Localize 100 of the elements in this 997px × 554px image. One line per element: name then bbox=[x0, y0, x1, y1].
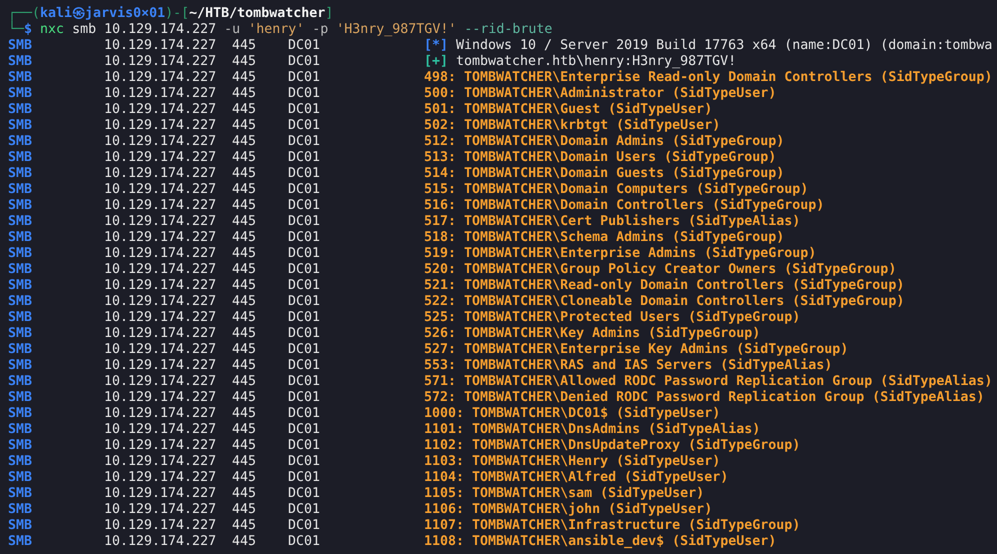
rid-result: 518: TOMBWATCHER\Schema Admins (SidTypeGroup) bbox=[424, 230, 784, 246]
host-address: 10.129.174.227 bbox=[104, 54, 218, 70]
host-name: DC01 bbox=[288, 294, 322, 310]
host-name: DC01 bbox=[288, 406, 322, 422]
port-number: 445 bbox=[232, 342, 258, 358]
rid-result: 525: TOMBWATCHER\Protected Users (SidTypeGroup) bbox=[424, 310, 800, 326]
host-address: 10.129.174.227 bbox=[104, 486, 218, 502]
host-address: 10.129.174.227 bbox=[104, 262, 218, 278]
protocol-label: SMB bbox=[8, 342, 34, 358]
protocol-label: SMB bbox=[8, 310, 34, 326]
protocol-label: SMB bbox=[8, 198, 34, 214]
rid-result: 500: TOMBWATCHER\Administrator (SidTypeUser) bbox=[424, 86, 776, 102]
protocol-label: SMB bbox=[8, 102, 34, 118]
host-address: 10.129.174.227 bbox=[104, 342, 218, 358]
port-number: 445 bbox=[232, 470, 258, 486]
port-number: 445 bbox=[232, 182, 258, 198]
rid-result: 1106: TOMBWATCHER\john (SidTypeUser) bbox=[424, 502, 712, 518]
host-address: 10.129.174.227 bbox=[104, 86, 218, 102]
protocol-label: SMB bbox=[8, 262, 34, 278]
rid-result: 1000: TOMBWATCHER\DC01$ (SidTypeUser) bbox=[424, 406, 720, 422]
port-number: 445 bbox=[232, 438, 258, 454]
port-number: 445 bbox=[232, 454, 258, 470]
protocol-label: SMB bbox=[8, 150, 34, 166]
protocol-label: SMB bbox=[8, 406, 34, 422]
host-address: 10.129.174.227 bbox=[104, 182, 218, 198]
port-number: 445 bbox=[232, 38, 258, 54]
rid-result: 1105: TOMBWATCHER\sam (SidTypeUser) bbox=[424, 486, 704, 502]
protocol-label: SMB bbox=[8, 470, 34, 486]
protocol-label: SMB bbox=[8, 534, 34, 550]
host-name: DC01 bbox=[288, 246, 322, 262]
prompt-symbol: $ bbox=[24, 22, 32, 38]
host-name: DC01 bbox=[288, 486, 322, 502]
protocol-label: SMB bbox=[8, 438, 34, 454]
prompt-frame: └─ bbox=[8, 22, 24, 38]
port-number: 445 bbox=[232, 198, 258, 214]
host-name: DC01 bbox=[288, 326, 322, 342]
prompt-frame: )-[ bbox=[165, 6, 190, 22]
protocol-label: SMB bbox=[8, 518, 34, 534]
protocol-label: SMB bbox=[8, 326, 34, 342]
host-address: 10.129.174.227 bbox=[104, 70, 218, 86]
host-name: DC01 bbox=[288, 182, 322, 198]
rid-result: 1103: TOMBWATCHER\Henry (SidTypeUser) bbox=[424, 454, 720, 470]
port-number: 445 bbox=[232, 502, 258, 518]
rid-result: 502: TOMBWATCHER\krbtgt (SidTypeUser) bbox=[424, 118, 720, 134]
port-number: 445 bbox=[232, 230, 258, 246]
protocol-label: SMB bbox=[8, 358, 34, 374]
port-number: 445 bbox=[232, 134, 258, 150]
port-number: 445 bbox=[232, 246, 258, 262]
port-number: 445 bbox=[232, 486, 258, 502]
host-name: DC01 bbox=[288, 102, 322, 118]
host-address: 10.129.174.227 bbox=[104, 38, 218, 54]
command-switch-text: -p bbox=[312, 22, 328, 38]
protocol-label: SMB bbox=[8, 54, 34, 70]
rid-result: 1102: TOMBWATCHER\DnsUpdateProxy (SidTypeGroup) bbox=[424, 438, 800, 454]
rid-result: 1101: TOMBWATCHER\DnsAdmins (SidTypeAlias) bbox=[424, 422, 760, 438]
command-arg: 10.129.174.227 bbox=[104, 22, 216, 38]
port-number: 445 bbox=[232, 310, 258, 326]
protocol-label: SMB bbox=[8, 86, 34, 102]
rid-result: 520: TOMBWATCHER\Group Policy Creator Owners (SidTypeGroup) bbox=[424, 262, 896, 278]
command-arg: smb bbox=[72, 22, 96, 38]
status-message: Windows 10 / Server 2019 Build 17763 x64 (name:DC01) (domain:tombwa bbox=[456, 38, 992, 54]
port-number: 445 bbox=[232, 534, 258, 550]
host-address: 10.129.174.227 bbox=[104, 454, 218, 470]
rid-result: 526: TOMBWATCHER\Key Admins (SidTypeGroup) bbox=[424, 326, 760, 342]
host-address: 10.129.174.227 bbox=[104, 374, 218, 390]
port-number: 445 bbox=[232, 150, 258, 166]
protocol-label: SMB bbox=[8, 422, 34, 438]
prompt-frame: ] bbox=[325, 6, 334, 22]
host-name: DC01 bbox=[288, 262, 322, 278]
host-address: 10.129.174.227 bbox=[104, 246, 218, 262]
command-string: 'H3nry_987TGV!' bbox=[336, 22, 456, 38]
prompt-user: kali㉿jarvis0×01 bbox=[40, 6, 166, 22]
rid-result: 519: TOMBWATCHER\Enterprise Admins (SidTypeGroup) bbox=[424, 246, 816, 262]
host-address: 10.129.174.227 bbox=[104, 470, 218, 486]
host-address: 10.129.174.227 bbox=[104, 118, 218, 134]
command-string: 'henry' bbox=[248, 22, 304, 38]
host-name: DC01 bbox=[288, 70, 322, 86]
host-name: DC01 bbox=[288, 54, 322, 70]
host-address: 10.129.174.227 bbox=[104, 310, 218, 326]
host-address: 10.129.174.227 bbox=[104, 390, 218, 406]
host-name: DC01 bbox=[288, 310, 322, 326]
protocol-label: SMB bbox=[8, 118, 34, 134]
rid-result: 515: TOMBWATCHER\Domain Computers (SidTypeGroup) bbox=[424, 182, 808, 198]
protocol-label: SMB bbox=[8, 390, 34, 406]
host-name: DC01 bbox=[288, 198, 322, 214]
host-address: 10.129.174.227 bbox=[104, 518, 218, 534]
host-name: DC01 bbox=[288, 390, 322, 406]
host-address: 10.129.174.227 bbox=[104, 502, 218, 518]
rid-result: 1108: TOMBWATCHER\ansible_dev$ (SidTypeUser) bbox=[424, 534, 776, 550]
host-name: DC01 bbox=[288, 342, 322, 358]
port-number: 445 bbox=[232, 102, 258, 118]
host-address: 10.129.174.227 bbox=[104, 230, 218, 246]
host-address: 10.129.174.227 bbox=[104, 278, 218, 294]
port-number: 445 bbox=[232, 278, 258, 294]
port-number: 445 bbox=[232, 326, 258, 342]
rid-result: 512: TOMBWATCHER\Domain Admins (SidTypeGroup) bbox=[424, 134, 784, 150]
protocol-label: SMB bbox=[8, 230, 34, 246]
rid-result: 517: TOMBWATCHER\Cert Publishers (SidTypeAlias) bbox=[424, 214, 800, 230]
host-name: DC01 bbox=[288, 422, 322, 438]
port-number: 445 bbox=[232, 358, 258, 374]
